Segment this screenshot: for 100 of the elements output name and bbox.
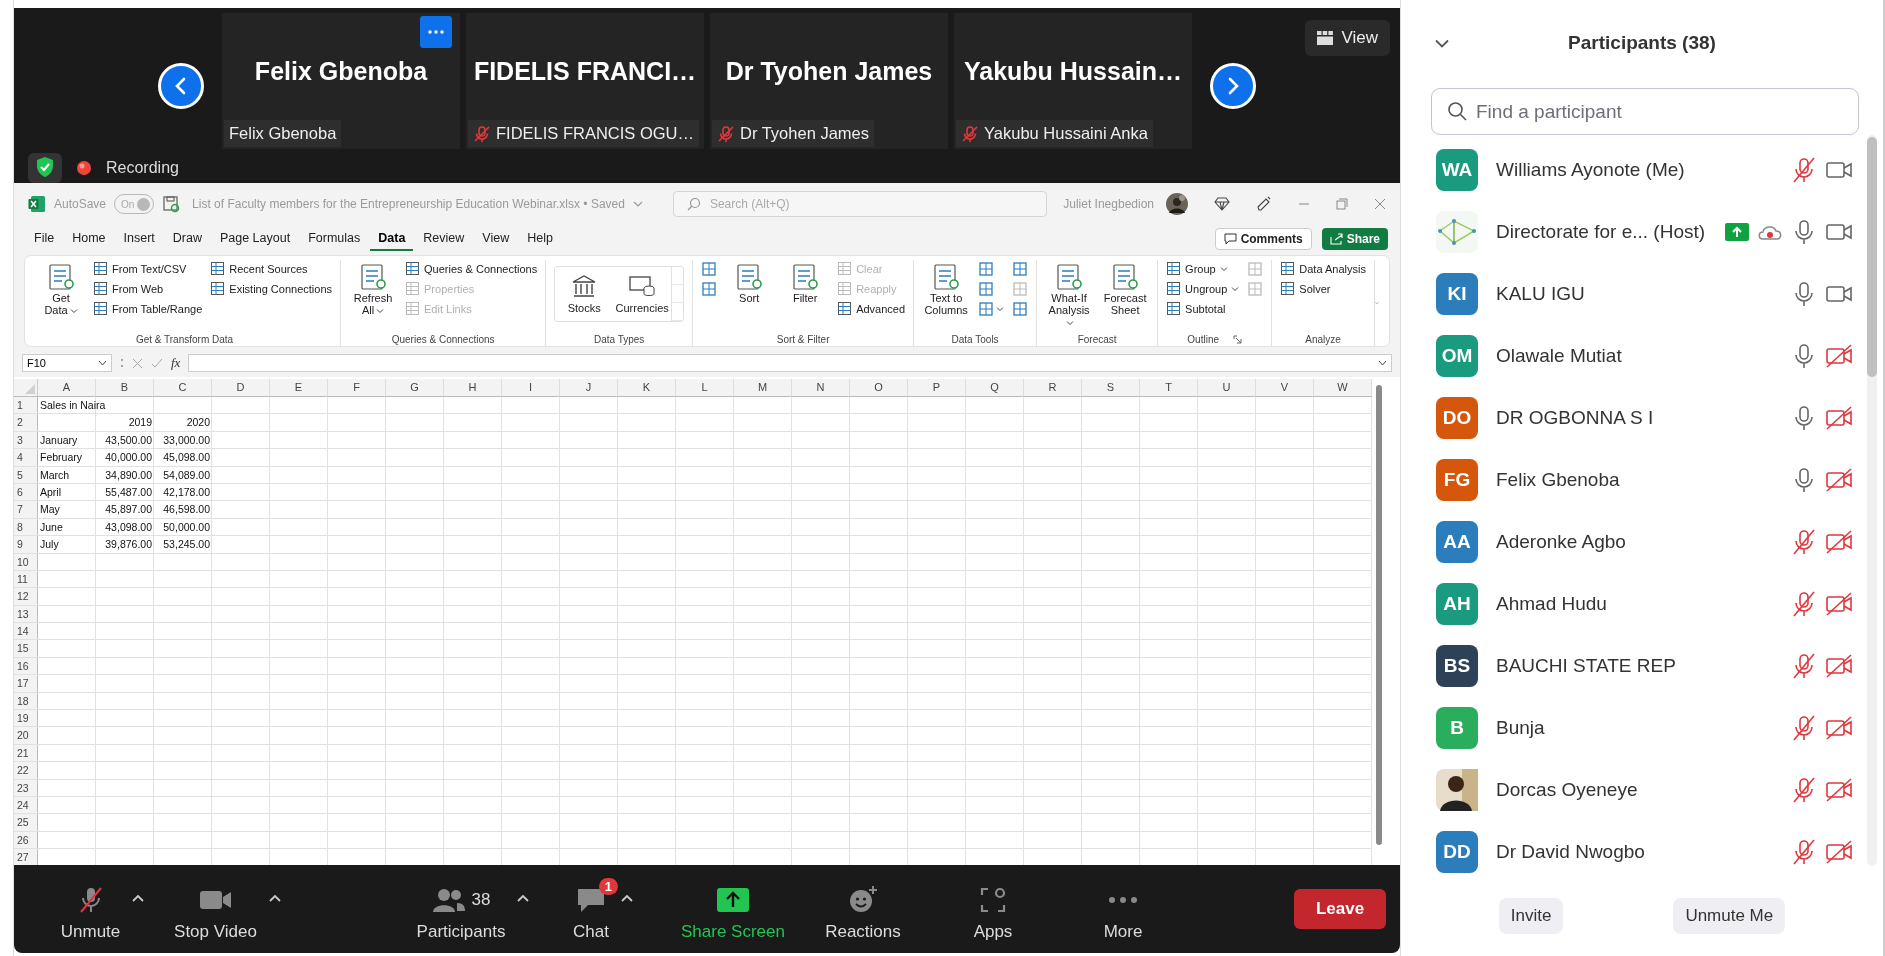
apps-button[interactable]: Apps <box>959 876 1019 942</box>
column-header[interactable]: B <box>96 379 154 397</box>
next-button[interactable] <box>1210 63 1256 109</box>
tool-icon[interactable] <box>1012 260 1029 277</box>
column-header[interactable]: F <box>328 379 386 397</box>
video-off-icon[interactable] <box>1825 530 1853 554</box>
close-icon[interactable] <box>1374 198 1386 210</box>
row-header[interactable]: 3 <box>14 431 38 449</box>
participants-button[interactable]: 38 Participants <box>402 876 536 942</box>
row-header[interactable]: 21 <box>14 744 38 762</box>
row-header[interactable]: 5 <box>14 466 38 483</box>
row-header[interactable]: 27 <box>14 849 38 865</box>
chevron-down-icon[interactable] <box>1435 38 1449 48</box>
column-header[interactable]: M <box>734 379 792 397</box>
row-header[interactable]: 14 <box>14 623 38 640</box>
caret-icon[interactable] <box>132 894 145 902</box>
view-button[interactable]: View <box>1305 20 1390 56</box>
tool-icon[interactable] <box>701 260 718 277</box>
video-off-icon[interactable] <box>1825 778 1853 802</box>
reactions-button[interactable]: Reactions <box>811 876 907 942</box>
video-button[interactable]: Stop Video <box>160 876 287 942</box>
video-off-icon[interactable] <box>1825 406 1853 430</box>
chevron-down-icon[interactable] <box>1378 360 1387 366</box>
ribbon-button[interactable]: Text to Columns <box>922 260 971 318</box>
column-header[interactable]: G <box>386 379 444 397</box>
tool-icon[interactable] <box>1012 300 1029 317</box>
column-header[interactable]: N <box>792 379 850 397</box>
row-header[interactable]: 17 <box>14 675 38 692</box>
muted-mic-icon[interactable] <box>1791 776 1817 804</box>
panel-button[interactable]: Unmute Me <box>1673 898 1786 934</box>
column-header[interactable]: T <box>1140 379 1198 397</box>
muted-mic-icon[interactable] <box>1791 838 1817 866</box>
function-label[interactable]: fx <box>171 355 181 371</box>
ribbon-button[interactable]: Data Analysis <box>1280 260 1366 277</box>
video-off-icon[interactable] <box>1825 592 1853 616</box>
row-header[interactable]: 26 <box>14 831 38 849</box>
ribbon-button[interactable]: From Table/Range <box>93 300 203 317</box>
menu-tab[interactable]: View <box>474 227 518 251</box>
menu-tab[interactable]: Data <box>370 227 414 251</box>
caret-icon[interactable] <box>268 894 281 902</box>
row-header[interactable]: 8 <box>14 518 38 536</box>
more-button[interactable] <box>420 16 452 48</box>
row-header[interactable]: 24 <box>14 797 38 814</box>
ribbon-button[interactable]: Advanced <box>837 300 906 317</box>
column-header[interactable]: S <box>1082 379 1140 397</box>
chat-button[interactable]: 1 Chat <box>559 876 639 942</box>
menu-tab[interactable]: File <box>26 227 63 251</box>
column-header[interactable]: Q <box>966 379 1024 397</box>
row-header[interactable]: 7 <box>14 501 38 518</box>
column-header[interactable]: R <box>1024 379 1082 397</box>
gallery-item[interactable]: Stocks <box>555 267 614 321</box>
formula-field[interactable] <box>188 354 1392 372</box>
mic-button[interactable]: Unmute <box>46 876 151 942</box>
dialog-launcher-icon[interactable] <box>1233 334 1243 344</box>
row-header[interactable]: 20 <box>14 727 38 744</box>
column-header[interactable]: H <box>444 379 502 397</box>
participant-row[interactable]: B Bunja <box>1436 697 1853 759</box>
video-off-icon[interactable] <box>1825 716 1853 740</box>
participant-row[interactable]: OM Olawale Mutiat <box>1436 325 1853 387</box>
muted-mic-icon[interactable] <box>1791 528 1817 556</box>
comments-button[interactable]: Comments <box>1214 228 1312 250</box>
ribbon-button[interactable]: What-If Analysis <box>1045 260 1094 330</box>
check-icon[interactable] <box>151 357 163 369</box>
save-icon[interactable] <box>162 195 181 213</box>
participant-row[interactable]: FG Felix Gbenoba <box>1436 449 1853 511</box>
pen-icon[interactable] <box>1256 196 1272 212</box>
share-button[interactable]: Share <box>1321 228 1388 250</box>
ribbon-button[interactable]: Filter <box>781 260 830 306</box>
menu-tab[interactable]: Page Layout <box>211 227 299 251</box>
menu-tab[interactable]: Insert <box>115 227 163 251</box>
column-header[interactable]: U <box>1198 379 1256 397</box>
ribbon-button[interactable]: Existing Connections <box>210 280 333 297</box>
muted-mic-icon[interactable] <box>1791 652 1817 680</box>
row-header[interactable]: 9 <box>14 536 38 553</box>
menu-tab[interactable]: Home <box>64 227 114 251</box>
ribbon-button[interactable]: Forecast Sheet <box>1101 260 1150 318</box>
ribbon-button[interactable]: Queries & Connections <box>405 260 538 277</box>
row-header[interactable]: 12 <box>14 588 38 605</box>
row-header[interactable]: 4 <box>14 449 38 466</box>
shield-icon[interactable] <box>28 153 62 183</box>
column-header[interactable]: O <box>850 379 908 397</box>
column-header[interactable]: E <box>270 379 328 397</box>
row-header[interactable]: 15 <box>14 640 38 657</box>
row-header[interactable]: 13 <box>14 605 38 623</box>
row-header[interactable]: 23 <box>14 779 38 796</box>
video-off-icon[interactable] <box>1825 840 1853 864</box>
row-header[interactable]: 6 <box>14 483 38 501</box>
name-box[interactable]: F10 <box>22 354 112 372</box>
row-header[interactable]: 18 <box>14 692 38 710</box>
participant-row[interactable]: AA Aderonke Agbo <box>1436 511 1853 573</box>
column-header[interactable]: L <box>676 379 734 397</box>
caret-icon[interactable] <box>620 894 633 902</box>
ribbon-button[interactable]: Refresh All <box>349 260 398 318</box>
restore-icon[interactable] <box>1336 198 1348 210</box>
previous-button[interactable] <box>158 63 204 109</box>
muted-mic-icon[interactable] <box>1791 590 1817 618</box>
ribbon-button[interactable]: Sort <box>725 260 774 306</box>
ribbon-button[interactable]: From Text/CSV <box>93 260 203 277</box>
ribbon-button[interactable]: From Web <box>93 280 203 297</box>
ribbon-button[interactable]: Recent Sources <box>210 260 333 277</box>
